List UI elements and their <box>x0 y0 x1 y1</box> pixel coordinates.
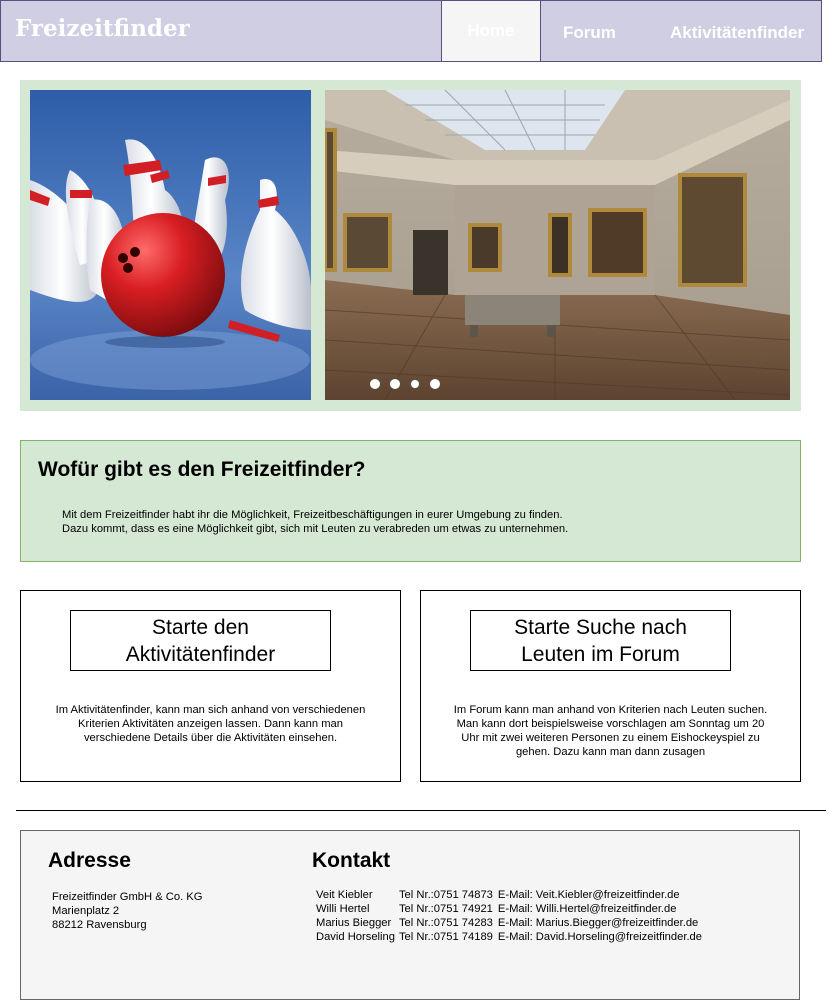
nav-home[interactable]: Home <box>441 1 541 61</box>
contact-name: Marius Biegger <box>316 917 392 929</box>
bowling-image <box>30 90 311 400</box>
contact-row: Willi Hertel Tel Nr.:0751 74921 E-Mail: … <box>316 902 706 916</box>
address-line: Freizeitfinder GmbH & Co. KG <box>52 891 203 903</box>
bowling-illustration <box>30 90 311 400</box>
nav-aktivitaetenfinder[interactable]: Aktivitätenfinder <box>670 23 804 43</box>
contact-email[interactable]: E-Mail: Veit.Kiebler@freizeitfinder.de <box>498 888 706 902</box>
museum-image <box>325 90 790 400</box>
address-title: Adresse <box>48 849 131 872</box>
start-forum-search-button[interactable]: Starte Suche nach Leuten im Forum <box>470 610 731 671</box>
contact-phone: Tel Nr.:0751 74873 <box>398 889 493 901</box>
nav-forum[interactable]: Forum <box>563 23 616 43</box>
divider <box>16 810 826 811</box>
contact-phone: Tel Nr.:0751 74283 <box>398 917 493 929</box>
intro-box: Wofür gibt es den Freizeitfinder? Mit de… <box>20 440 801 562</box>
slider-dot-2[interactable] <box>390 379 400 389</box>
museum-illustration <box>325 90 790 400</box>
contact-row: Marius Biegger Tel Nr.:0751 74283 E-Mail… <box>316 916 706 930</box>
image-slider <box>20 80 801 411</box>
start-aktivitaetenfinder-line-1: Starte den <box>152 615 249 639</box>
aktivitaetenfinder-card: Starte den Aktivitätenfinder Im Aktivitä… <box>20 590 401 782</box>
start-forum-line-2: Leuten im Forum <box>521 642 680 666</box>
contact-title: Kontakt <box>312 849 391 872</box>
contact-phone: Tel Nr.:0751 74189 <box>398 931 493 943</box>
contact-email[interactable]: E-Mail: David.Horseling@freizeitfinder.d… <box>498 930 706 944</box>
top-navigation-bar: Freizeitfinder Home Forum Aktivitätenfin… <box>0 0 822 62</box>
contact-phone: Tel Nr.:0751 74921 <box>398 903 493 915</box>
contact-row: Veit Kiebler Tel Nr.:0751 74873 E-Mail: … <box>316 888 706 902</box>
intro-text-line-2: Dazu kommt, dass es eine Möglichkeit gib… <box>62 523 569 535</box>
contact-email[interactable]: E-Mail: Willi.Hertel@freizeitfinder.de <box>498 902 706 916</box>
forum-description: Im Forum kann man anhand von Kriterien n… <box>453 704 768 758</box>
start-forum-line-1: Starte Suche nach <box>514 615 687 639</box>
forum-card: Starte Suche nach Leuten im Forum Im For… <box>420 590 801 782</box>
contact-email[interactable]: E-Mail: Marius.Biegger@freizeitfinder.de <box>498 916 706 930</box>
address-line: 88212 Ravensburg <box>52 919 147 931</box>
site-logo[interactable]: Freizeitfinder <box>15 15 190 42</box>
nav-home-label: Home <box>467 21 515 40</box>
start-aktivitaetenfinder-line-2: Aktivitätenfinder <box>125 642 276 666</box>
start-aktivitaetenfinder-button[interactable]: Starte den Aktivitätenfinder <box>70 610 331 671</box>
intro-text-line-1: Mit dem Freizeitfinder habt ihr die Mögl… <box>62 509 563 521</box>
slider-dot-1[interactable] <box>370 379 380 389</box>
address-block: Freizeitfinder GmbH & Co. KG Marienplatz… <box>52 890 202 932</box>
slider-dot-3[interactable] <box>410 379 420 389</box>
intro-text: Mit dem Freizeitfinder habt ihr die Mögl… <box>62 508 568 536</box>
contact-name: David Horseling <box>316 931 395 943</box>
aktivitaetenfinder-description: Im Aktivitätenfinder, kann man sich anha… <box>55 704 366 744</box>
intro-title: Wofür gibt es den Freizeitfinder? <box>38 458 366 481</box>
contact-name: Veit Kiebler <box>316 889 373 901</box>
contact-row: David Horseling Tel Nr.:0751 74189 E-Mai… <box>316 930 706 944</box>
contact-table: Veit Kiebler Tel Nr.:0751 74873 E-Mail: … <box>316 888 706 944</box>
footer: Adresse Freizeitfinder GmbH & Co. KG Mar… <box>20 830 800 1000</box>
slider-dot-4[interactable] <box>430 379 440 389</box>
address-line: Marienplatz 2 <box>52 905 120 917</box>
contact-name: Willi Hertel <box>316 903 370 915</box>
